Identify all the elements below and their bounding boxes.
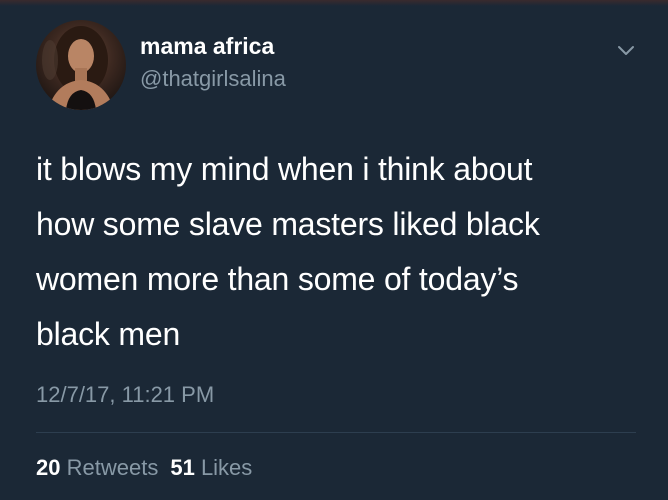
like-count: 51 — [170, 455, 195, 480]
divider — [36, 432, 636, 433]
tweet-text: it blows my mind when i think about how … — [36, 142, 636, 362]
timestamp[interactable]: 12/7/17, 11:21 PM — [36, 382, 214, 408]
retweets-stat[interactable]: 20 Retweets — [36, 455, 158, 480]
likes-stat[interactable]: 51 Likes — [170, 455, 252, 480]
chevron-down-icon[interactable] — [614, 40, 638, 60]
tweet-text-line: black men — [36, 316, 181, 352]
tweet-text-line: how some slave masters liked black — [36, 206, 540, 242]
likes-label: Likes — [200, 455, 253, 480]
tweet-card: mama africa @thatgirlsalina it blows my … — [0, 0, 668, 500]
retweets-label: Retweets — [66, 455, 159, 480]
engagement-stats: 20 Retweets 51 Likes — [36, 455, 252, 481]
retweet-count: 20 — [36, 455, 61, 480]
display-name[interactable]: mama africa — [140, 33, 274, 60]
avatar[interactable] — [36, 20, 126, 110]
user-handle[interactable]: @thatgirlsalina — [140, 66, 286, 92]
tweet-text-line: women more than some of today’s — [36, 261, 519, 297]
tweet-text-line: it blows my mind when i think about — [36, 151, 533, 187]
